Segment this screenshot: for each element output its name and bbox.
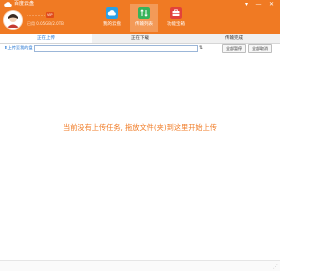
nav-label: 我的云盘 [103, 22, 121, 27]
avatar[interactable] [4, 11, 22, 29]
transfer-tabs: 正在上传 正在下载 传输完成 [0, 34, 280, 44]
nav-label: 传输列表 [135, 22, 153, 27]
status-bar: ⋰ [0, 260, 280, 271]
skin-menu-button[interactable]: ▾ [242, 1, 251, 8]
tab-uploading[interactable]: 正在上传 [0, 34, 92, 43]
tab-completed[interactable]: 传输完成 [188, 34, 280, 43]
sort-icon[interactable]: ⇅ [198, 45, 204, 51]
toolbox-icon [170, 7, 182, 19]
user-name-text: ………… [27, 13, 45, 18]
cancel-all-button[interactable]: 全部取消 [248, 44, 272, 53]
user-name: ………… VIP [27, 12, 54, 19]
cloud-icon [106, 7, 118, 19]
minimize-button[interactable]: — [254, 1, 263, 8]
upload-toolbar: ⬆上传至我的盘 ⇅ 全部暂停 全部取消 [0, 44, 280, 53]
nav-toolbox[interactable]: 功能宝箱 [162, 4, 190, 32]
nav-label: 功能宝箱 [167, 22, 185, 27]
upload-path-field[interactable] [34, 45, 198, 52]
pause-all-button[interactable]: 全部暂停 [222, 44, 246, 53]
app-title: 百度云盘 [14, 1, 35, 7]
nav-my-cloud[interactable]: 我的云盘 [98, 4, 126, 32]
storage-quota: 已用 0.05GB/2.0TB [27, 21, 64, 26]
cloud-logo-icon [4, 2, 12, 7]
nav-transfer-list[interactable]: 传输列表 [130, 4, 158, 32]
vip-badge[interactable]: VIP [46, 12, 54, 18]
empty-state-message: 当前没有上传任务, 拖放文件(夹)到这里开始上传 [63, 123, 217, 132]
avatar-image-icon [4, 11, 22, 29]
upload-list-area[interactable]: 当前没有上传任务, 拖放文件(夹)到这里开始上传 [0, 54, 280, 260]
close-button[interactable]: ✕ [267, 1, 276, 8]
tab-downloading[interactable]: 正在下载 [94, 34, 186, 43]
resize-grip-icon[interactable]: ⋰ [273, 264, 278, 270]
upload-target-label: 上传至我的盘 [7, 45, 33, 50]
upload-target-link[interactable]: ⬆上传至我的盘 [4, 44, 33, 52]
transfer-icon [138, 7, 150, 19]
header-bar: 百度云盘 ▾ — ✕ ………… VIP 已用 0.05GB/2.0TB 我的云盘 … [0, 0, 280, 34]
